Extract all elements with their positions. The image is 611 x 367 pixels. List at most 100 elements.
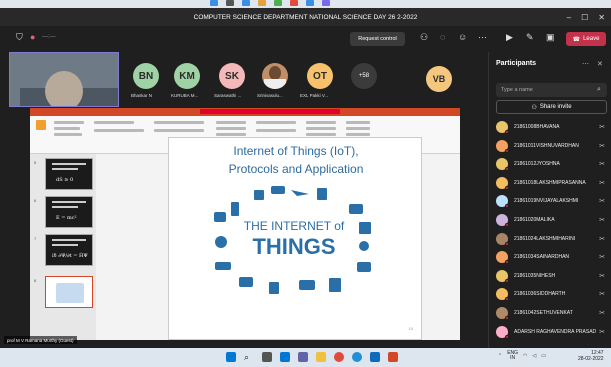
- app-icon[interactable]: [242, 0, 250, 6]
- chevron-up-icon[interactable]: ⌃: [498, 353, 502, 359]
- more-participants-button[interactable]: +58: [351, 63, 377, 89]
- slide-thumbnail[interactable]: iℏ ∂Ψ/∂t = ĤΨ: [45, 234, 93, 266]
- record-icon: ●: [30, 32, 36, 42]
- panel-close-icon[interactable]: ✕: [597, 61, 603, 68]
- mic-off-icon: ✂: [599, 310, 605, 317]
- participant-row[interactable]: 21861036SIDDHARTH ✂: [496, 285, 607, 303]
- participant-row[interactable]: 21861011VISHNUVARDHAN ✂: [496, 137, 607, 155]
- status-dot: [505, 241, 509, 246]
- participant-avatar[interactable]: BN: [133, 63, 159, 89]
- current-slide: Internet of Things (IoT), Protocols and …: [168, 137, 422, 340]
- participant-avatar: [496, 325, 509, 339]
- powerpoint-alert-bar: [200, 109, 340, 114]
- search-taskbar-icon[interactable]: ⌕: [244, 352, 254, 362]
- participant-row[interactable]: 21861035NIHESH ✂: [496, 267, 607, 285]
- status-dot: [505, 334, 509, 339]
- slide-thumbnail[interactable]: E = mc²: [45, 196, 93, 228]
- participant-row[interactable]: 21861019NVIJAYALAKSHMI ✂: [496, 192, 607, 210]
- participant-name: 21861011VISHNUVARDHAN: [514, 142, 579, 149]
- powerpoint-icon[interactable]: [388, 352, 398, 362]
- participant-row[interactable]: 21861008BHAVANA ✂: [496, 118, 607, 136]
- maximize-button[interactable]: ☐: [581, 13, 588, 22]
- thumbnail-number: 7: [34, 236, 37, 241]
- battery-icon[interactable]: ▭: [541, 353, 546, 359]
- app-icon[interactable]: [290, 0, 298, 6]
- search-icon[interactable]: ⌕: [597, 86, 601, 94]
- participant-avatar: [496, 121, 509, 134]
- minimize-button[interactable]: –: [567, 13, 571, 22]
- self-video-tile[interactable]: [9, 52, 119, 107]
- camera-icon[interactable]: ▶: [506, 32, 513, 43]
- participant-row[interactable]: ADARSH RAGHAVENDRA PRASAD ✂: [496, 323, 607, 341]
- participant-avatar[interactable]: VB: [426, 66, 452, 92]
- participant-row[interactable]: 21861020MALIKA ✂: [496, 211, 607, 229]
- participant-avatar: [496, 176, 509, 190]
- app-icon[interactable]: [226, 0, 234, 6]
- share-invite-button[interactable]: ⚇ Share invite: [496, 100, 607, 114]
- widgets-icon[interactable]: [280, 352, 290, 362]
- clock-date: 28-02-2022: [578, 356, 604, 362]
- app-icon[interactable]: [258, 0, 266, 6]
- participant-name: 21861024LAKSHMIHARINI: [514, 235, 576, 242]
- timer-icon: —:—: [42, 34, 56, 40]
- participant-row[interactable]: 21861042SETHUVENKAT ✂: [496, 304, 607, 322]
- participant-search-input[interactable]: Type a name: [496, 83, 607, 97]
- app-icon[interactable]: [210, 0, 218, 6]
- participant-row[interactable]: 21861034SAINARDHAN ✂: [496, 248, 607, 266]
- video-person-head: [45, 71, 83, 106]
- participant-avatar[interactable]: SK: [219, 63, 245, 89]
- language-indicator[interactable]: ENG IN: [507, 351, 518, 361]
- app-icon[interactable]: [306, 0, 314, 6]
- mic-off-icon[interactable]: ✎: [526, 32, 534, 43]
- panel-more-icon[interactable]: ⋯: [582, 61, 589, 68]
- people-icon[interactable]: ⚇: [420, 32, 428, 43]
- chrome-icon[interactable]: [334, 352, 344, 362]
- status-dot: [505, 260, 509, 265]
- panel-controls: ⋯ ✕: [582, 60, 603, 68]
- participant-photo-avatar[interactable]: [262, 63, 288, 89]
- chat-icon[interactable]: ◌: [440, 32, 445, 42]
- thumbnail-number: 8: [34, 278, 37, 283]
- close-button[interactable]: ✕: [598, 13, 605, 22]
- share-screen-icon[interactable]: ▣: [546, 32, 555, 43]
- participant-row[interactable]: 21861024LAKSHMIHARINI ✂: [496, 230, 607, 248]
- status-dot: [505, 297, 509, 302]
- participant-row[interactable]: 21861012JYOSHNA ✂: [496, 155, 607, 173]
- participant-name: 21861012JYOSHNA: [514, 161, 560, 168]
- leave-button[interactable]: ☎ Leave: [566, 32, 606, 46]
- participant-row[interactable]: 21861018LAKSHMIPRASANNA ✂: [496, 174, 607, 192]
- system-tray: ⌃ ENG IN ◠ ◁ ▭: [498, 351, 546, 361]
- participant-name: 21861019NVIJAYALAKSHMI: [514, 198, 579, 205]
- shared-screen: 5 dS ≥ 0 6 E = mc² 7 iℏ ∂Ψ/∂t = ĤΨ 8 Int…: [30, 108, 460, 340]
- slide-heading-line2: Protocols and Application: [228, 162, 364, 176]
- request-control-button[interactable]: Request control: [350, 32, 405, 46]
- thumbnail-equation: dS ≥ 0: [56, 177, 74, 183]
- participant-name: 21861020MALIKA: [514, 217, 555, 223]
- slide-thumbnail[interactable]: dS ≥ 0: [45, 158, 93, 190]
- status-dot: [505, 278, 509, 283]
- speaker-icon[interactable]: ◁: [532, 353, 536, 359]
- thumbnail-iot-graphic: [56, 283, 84, 303]
- participant-name: EXL Pakki V...: [300, 93, 329, 98]
- participant-name: 21861042SETHUVENKAT: [514, 310, 573, 316]
- app-icon[interactable]: [322, 0, 330, 6]
- app-icon[interactable]: [274, 0, 282, 6]
- paste-icon: [36, 120, 46, 130]
- task-view-icon[interactable]: [262, 352, 272, 362]
- participant-avatar[interactable]: KM: [174, 63, 200, 89]
- meeting-toolbar: [0, 26, 611, 52]
- request-control-label: Request control: [358, 36, 397, 42]
- teams-icon[interactable]: [298, 352, 308, 362]
- windows-start-icon[interactable]: [226, 352, 236, 362]
- participant-avatar[interactable]: OT: [307, 63, 333, 89]
- slide-thumbnail-selected[interactable]: [45, 276, 93, 308]
- wifi-icon[interactable]: ◠: [523, 353, 527, 359]
- reactions-icon[interactable]: ☺: [458, 32, 467, 42]
- panel-title: Participants: [496, 60, 537, 67]
- system-clock[interactable]: 12:47 28-02-2022: [578, 350, 604, 362]
- edge-icon[interactable]: [352, 352, 362, 362]
- more-options-icon[interactable]: ⋯: [478, 32, 487, 43]
- file-explorer-icon[interactable]: [316, 352, 326, 362]
- mic-off-icon: ✂: [599, 328, 605, 336]
- store-icon[interactable]: [370, 352, 380, 362]
